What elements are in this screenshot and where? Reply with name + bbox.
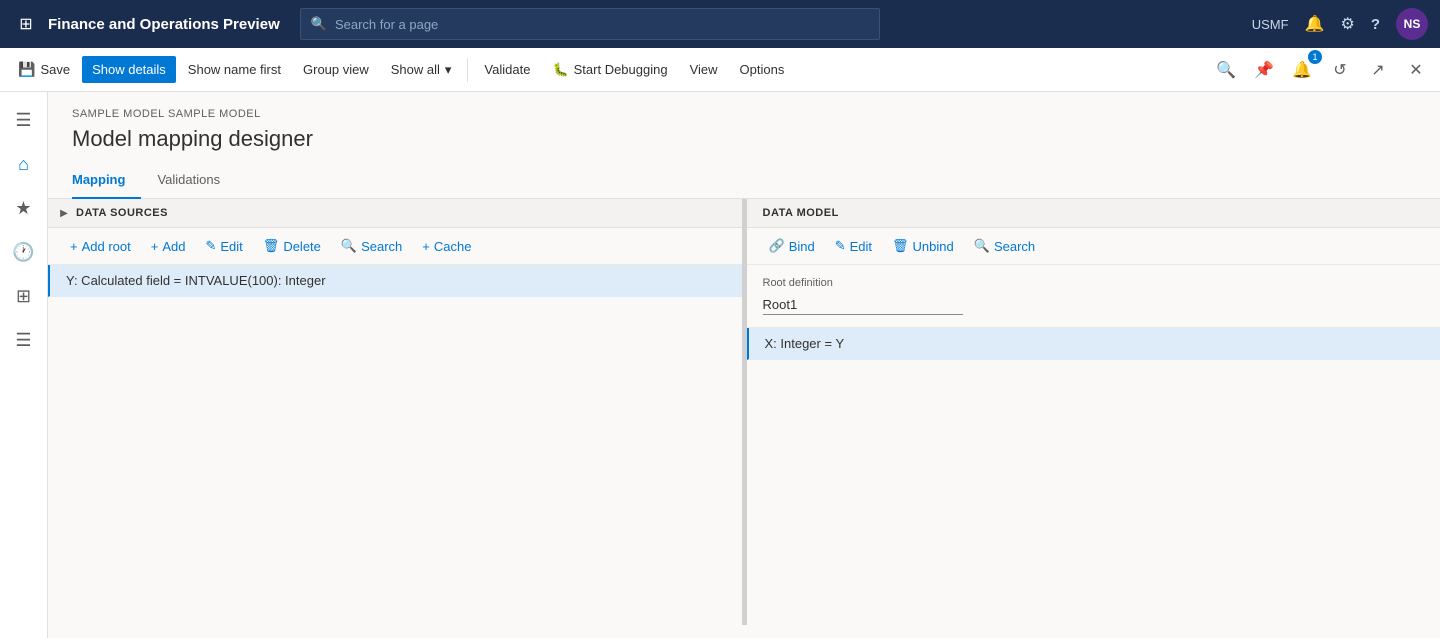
search-input[interactable] <box>335 17 869 32</box>
sidebar-favorites-icon[interactable]: ★ <box>4 188 44 228</box>
add-icon: + <box>151 239 159 254</box>
cache-icon: + <box>422 239 430 254</box>
data-sources-header: DATA SOURCES <box>76 207 168 219</box>
show-all-button[interactable]: Show all ▾ <box>381 56 462 84</box>
sidebar-recent-icon[interactable]: 🕐 <box>4 232 44 272</box>
data-source-row[interactable]: Y: Calculated field = INTVALUE(100): Int… <box>48 265 742 297</box>
pin-icon[interactable]: 📌 <box>1248 54 1280 86</box>
sidebar-modules-icon[interactable]: ☰ <box>4 320 44 360</box>
top-nav-bar: ⊞ Finance and Operations Preview 🔍 USMF … <box>0 0 1440 48</box>
bind-icon: 🔗 <box>769 238 785 254</box>
action-toolbar: 💾 Save Show details Show name first Grou… <box>0 48 1440 92</box>
data-sources-panel: ▶ DATA SOURCES + Add root + Add ✎ E <box>48 199 744 625</box>
search-dm-icon: 🔍 <box>974 238 990 254</box>
app-title: Finance and Operations Preview <box>48 16 280 33</box>
data-sources-list: Y: Calculated field = INTVALUE(100): Int… <box>48 265 742 297</box>
root-definition-label: Root definition <box>763 277 1425 289</box>
unbind-icon: 🗑 <box>892 238 909 254</box>
cache-button[interactable]: + Cache <box>412 235 481 258</box>
search-dm-button[interactable]: 🔍 Search <box>964 234 1045 258</box>
user-avatar[interactable]: NS <box>1396 8 1428 40</box>
delete-button[interactable]: 🗑 Delete <box>253 234 331 258</box>
data-source-row-label: Y: Calculated field = INTVALUE(100): Int… <box>66 273 326 288</box>
edit-button[interactable]: ✎ Edit <box>195 234 252 258</box>
edit-icon: ✎ <box>205 238 216 254</box>
save-button[interactable]: 💾 Save <box>8 55 80 84</box>
tab-bar: Mapping Validations <box>48 164 1440 199</box>
bind-button[interactable]: 🔗 Bind <box>759 234 825 258</box>
global-search-box[interactable]: 🔍 <box>300 8 880 40</box>
tab-validations[interactable]: Validations <box>157 164 236 199</box>
top-nav-right: USMF 🔔 ⚙ ? NS <box>1252 8 1428 40</box>
share-icon[interactable]: ↗ <box>1362 54 1394 86</box>
root-definition-section: Root definition <box>747 265 1440 328</box>
add-root-icon: + <box>70 239 78 254</box>
toolbar-separator <box>467 58 468 82</box>
view-button[interactable]: View <box>680 56 728 83</box>
breadcrumb: SAMPLE MODEL SAMPLE MODEL <box>72 108 1416 120</box>
data-model-list: X: Integer = Y <box>747 328 1440 360</box>
search-icon: 🔍 <box>311 16 327 32</box>
add-root-button[interactable]: + Add root <box>60 235 141 258</box>
show-details-button[interactable]: Show details <box>82 56 176 83</box>
show-name-first-button[interactable]: Show name first <box>178 56 291 83</box>
bell-icon[interactable]: 🔔 <box>1305 14 1325 34</box>
page-header: SAMPLE MODEL SAMPLE MODEL Model mapping … <box>48 92 1440 152</box>
close-icon[interactable]: ✕ <box>1400 54 1432 86</box>
root-definition-input[interactable] <box>763 295 963 315</box>
search-ds-icon: 🔍 <box>341 238 357 254</box>
data-model-header: DATA MODEL <box>747 199 1440 228</box>
sidebar-collapse-icon[interactable]: ☰ <box>4 100 44 140</box>
left-sidebar: ☰ ⌂ ★ 🕐 ⊞ ☰ <box>0 92 48 638</box>
panels-container: ▶ DATA SOURCES + Add root + Add ✎ E <box>48 199 1440 625</box>
options-button[interactable]: Options <box>730 56 795 83</box>
page-title: Model mapping designer <box>72 126 1416 152</box>
add-button[interactable]: + Add <box>141 235 196 258</box>
dm-edit-button[interactable]: ✎ Edit <box>825 234 882 258</box>
waffle-menu-icon[interactable]: ⊞ <box>12 10 40 38</box>
search-ds-button[interactable]: 🔍 Search <box>331 234 412 258</box>
data-model-row[interactable]: X: Integer = Y <box>747 328 1440 360</box>
notification-badge-count: 1 <box>1308 50 1322 64</box>
debug-icon: 🐛 <box>552 62 568 78</box>
start-debugging-button[interactable]: 🐛 Start Debugging <box>542 56 677 84</box>
main-content: SAMPLE MODEL SAMPLE MODEL Model mapping … <box>48 92 1440 638</box>
dm-edit-icon: ✎ <box>835 238 846 254</box>
unbind-button[interactable]: 🗑 Unbind <box>882 234 964 258</box>
sidebar-workspaces-icon[interactable]: ⊞ <box>4 276 44 316</box>
environment-label: USMF <box>1252 17 1289 32</box>
notification-icon[interactable]: 🔔 1 <box>1286 54 1318 86</box>
save-icon: 💾 <box>18 61 35 78</box>
group-view-button[interactable]: Group view <box>293 56 379 83</box>
app-layout: ☰ ⌂ ★ 🕐 ⊞ ☰ SAMPLE MODEL SAMPLE MODEL Mo… <box>0 92 1440 638</box>
expand-arrow-icon[interactable]: ▶ <box>56 205 72 221</box>
data-sources-toolbar: + Add root + Add ✎ Edit 🗑 Delete <box>48 228 742 265</box>
data-model-toolbar: 🔗 Bind ✎ Edit 🗑 Unbind 🔍 Search <box>747 228 1440 265</box>
refresh-icon[interactable]: ↺ <box>1324 54 1356 86</box>
delete-icon: 🗑 <box>263 238 280 254</box>
data-model-panel: DATA MODEL 🔗 Bind ✎ Edit 🗑 Unbind <box>747 199 1440 625</box>
search-toolbar-icon[interactable]: 🔍 <box>1210 54 1242 86</box>
dropdown-chevron-icon: ▾ <box>445 62 452 78</box>
validate-button[interactable]: Validate <box>474 56 540 83</box>
sidebar-home-icon[interactable]: ⌂ <box>4 144 44 184</box>
tab-mapping[interactable]: Mapping <box>72 164 141 199</box>
help-icon[interactable]: ? <box>1371 16 1380 33</box>
data-model-row-label: X: Integer = Y <box>765 336 845 351</box>
toolbar-right-actions: 🔍 📌 🔔 1 ↺ ↗ ✕ <box>1210 54 1432 86</box>
gear-icon[interactable]: ⚙ <box>1340 14 1354 34</box>
